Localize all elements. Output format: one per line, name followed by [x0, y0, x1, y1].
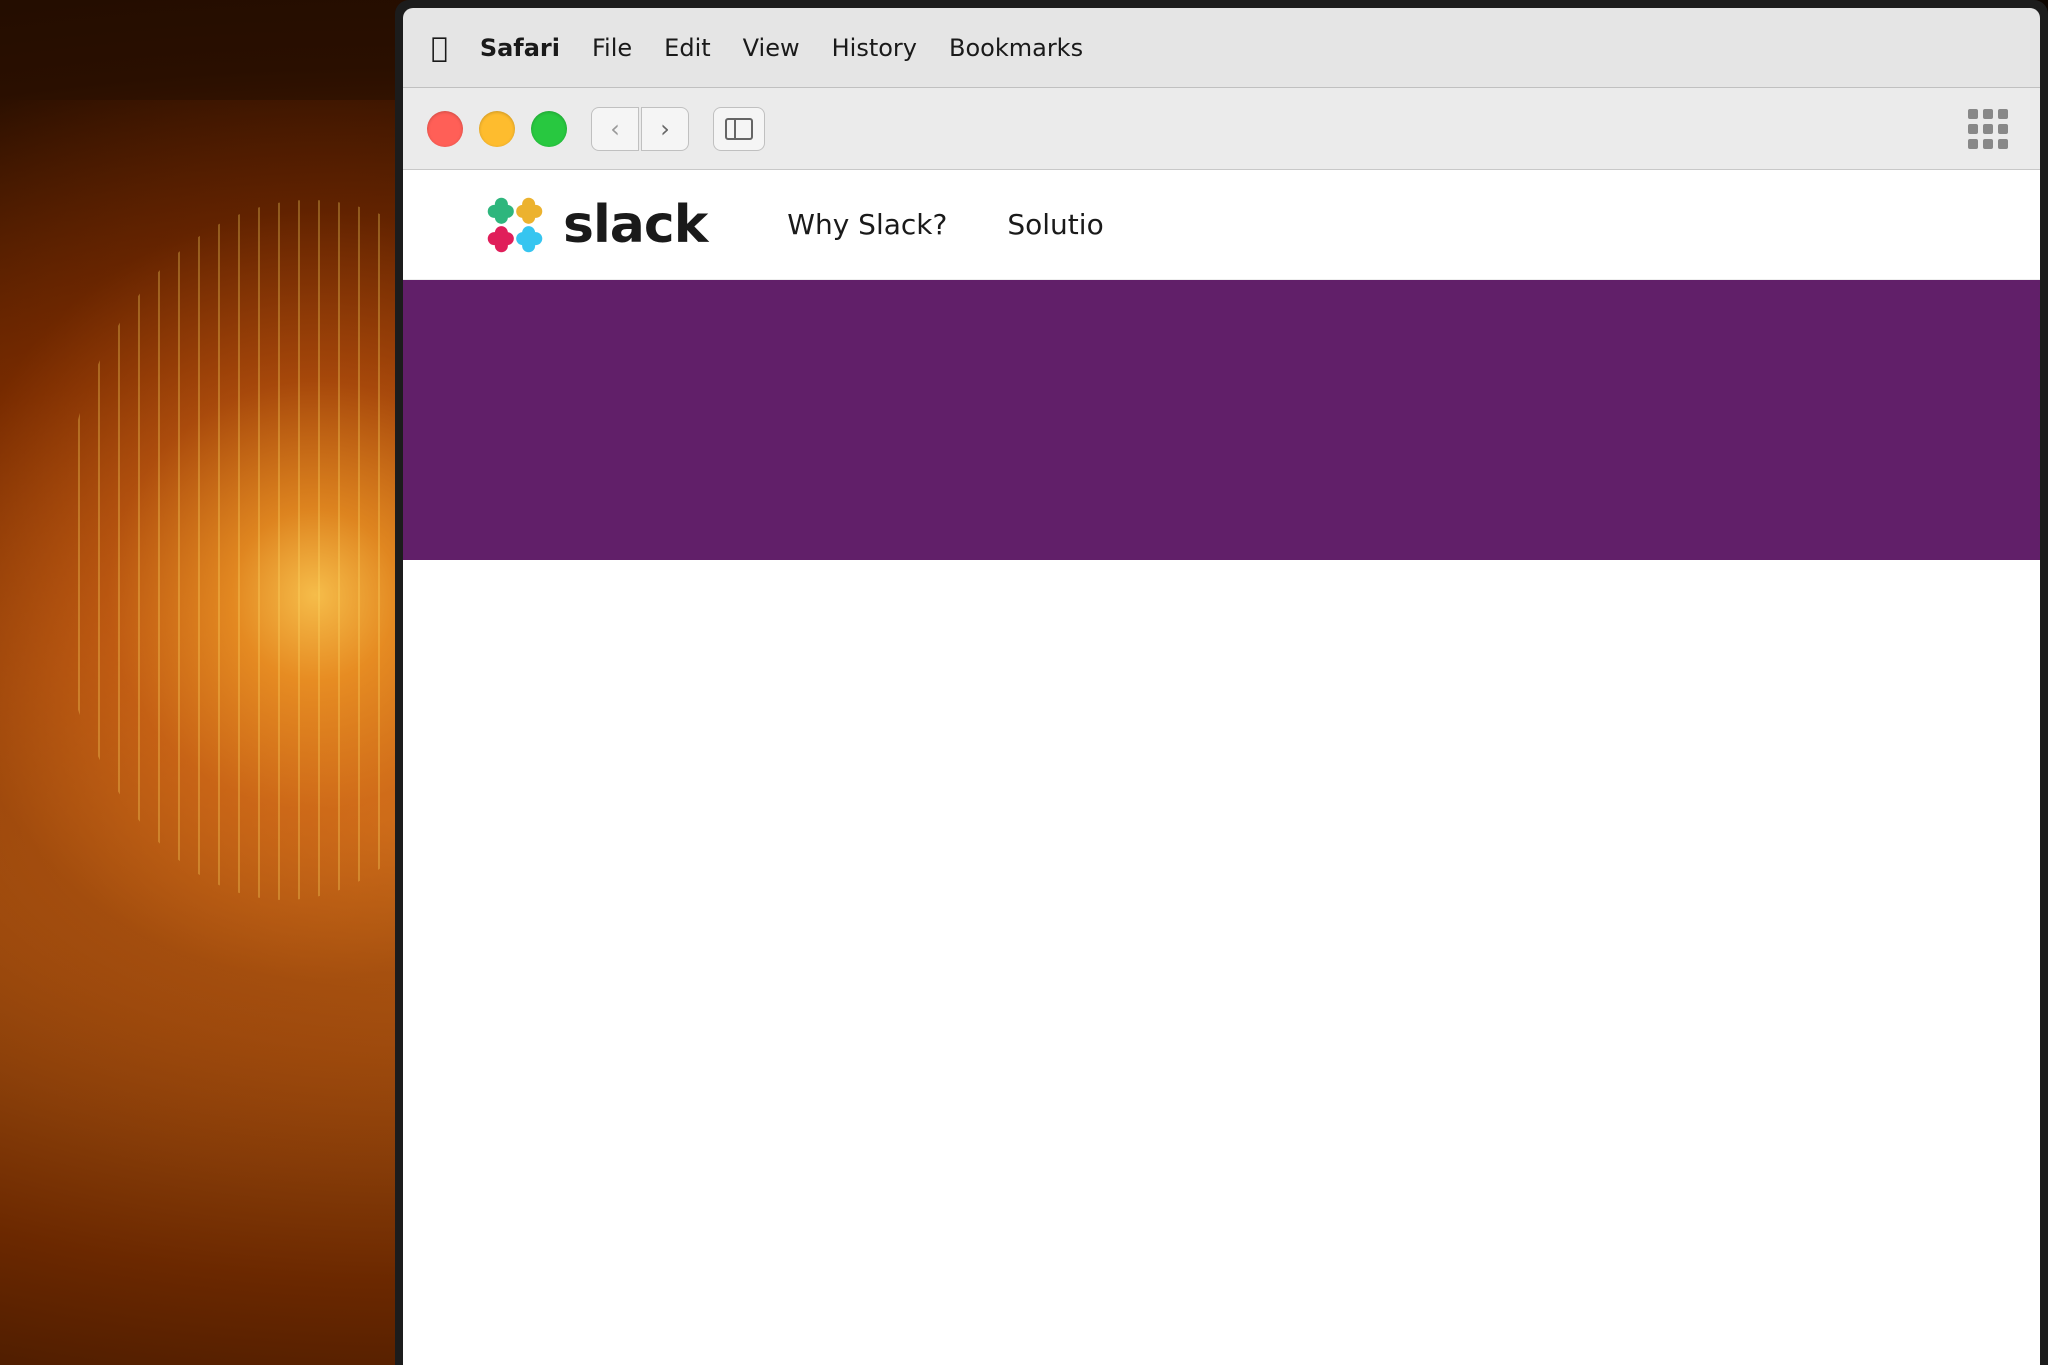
nav-button-group: ‹ ›	[591, 107, 689, 151]
grid-dot	[1983, 109, 1993, 119]
traffic-lights	[427, 111, 567, 147]
grid-dot	[1983, 124, 1993, 134]
back-button[interactable]: ‹	[591, 107, 639, 151]
minimize-button[interactable]	[479, 111, 515, 147]
forward-arrow-icon: ›	[660, 115, 670, 143]
grid-dot	[1968, 109, 1978, 119]
back-arrow-icon: ‹	[610, 115, 620, 143]
sidebar-toggle-button[interactable]	[713, 107, 765, 151]
slack-navbar: slack Why Slack? Solutio	[403, 170, 2040, 280]
file-menu[interactable]: File	[592, 34, 632, 62]
slack-logo-icon	[483, 193, 547, 257]
grid-dot	[1968, 139, 1978, 149]
bookmarks-menu[interactable]: Bookmarks	[949, 34, 1083, 62]
edit-menu[interactable]: Edit	[664, 34, 710, 62]
sidebar-icon	[725, 118, 753, 140]
tab-grid-button[interactable]	[1960, 101, 2016, 157]
history-menu[interactable]: History	[832, 34, 917, 62]
grid-dot	[1998, 109, 2008, 119]
safari-menu[interactable]: Safari	[480, 34, 560, 62]
maximize-button[interactable]	[531, 111, 567, 147]
grid-dot	[1998, 139, 2008, 149]
grid-dot	[1968, 124, 1978, 134]
slack-logo-area: slack	[483, 193, 707, 257]
slack-hero-section	[403, 280, 2040, 560]
apple-menu-icon[interactable]: 	[431, 31, 448, 64]
screen-bezel:  Safari File Edit View History Bookmark…	[403, 8, 2040, 1365]
solutions-link[interactable]: Solutio	[1007, 208, 1103, 241]
view-menu[interactable]: View	[743, 34, 800, 62]
macos-menubar:  Safari File Edit View History Bookmark…	[403, 8, 2040, 88]
website-content: slack Why Slack? Solutio	[403, 170, 2040, 1365]
slack-nav-links: Why Slack? Solutio	[787, 208, 1103, 241]
slack-brand-name: slack	[563, 195, 707, 255]
safari-toolbar: ‹ ›	[403, 88, 2040, 170]
laptop-frame:  Safari File Edit View History Bookmark…	[395, 0, 2048, 1365]
grid-dot	[1983, 139, 1993, 149]
close-button[interactable]	[427, 111, 463, 147]
safari-window: ‹ ›	[403, 88, 2040, 1365]
grid-dot	[1998, 124, 2008, 134]
why-slack-link[interactable]: Why Slack?	[787, 208, 947, 241]
forward-button[interactable]: ›	[641, 107, 689, 151]
